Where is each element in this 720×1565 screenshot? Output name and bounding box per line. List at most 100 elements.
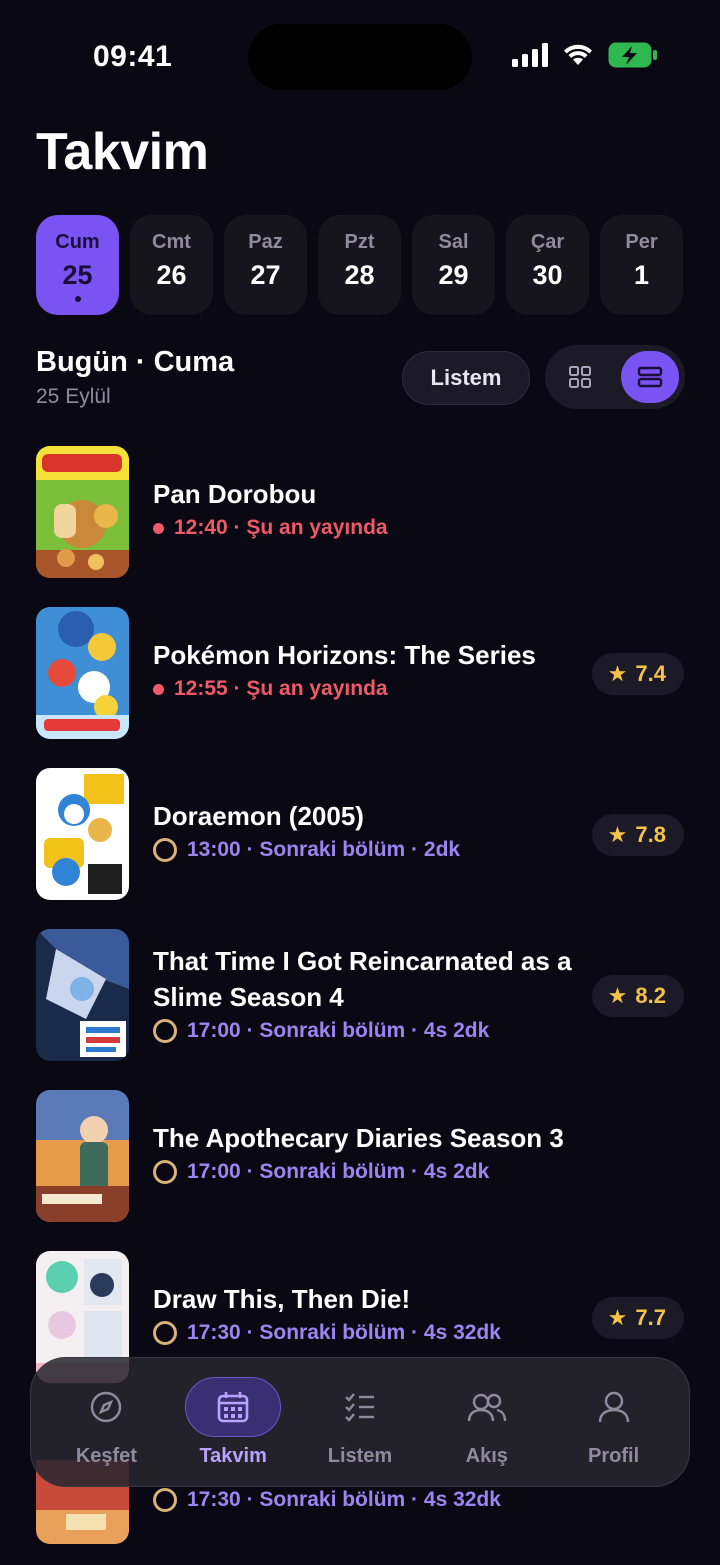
checklist-icon xyxy=(345,1392,374,1422)
poster-image xyxy=(36,446,129,578)
rating-badge: ★ 7.4 xyxy=(591,653,684,695)
tab-label: Listem xyxy=(327,1444,393,1467)
rating-value: 7.8 xyxy=(635,822,666,847)
tab-label: Takvim xyxy=(199,1444,267,1467)
status-bar: 09:41 xyxy=(0,0,720,110)
signal-icon xyxy=(512,43,548,67)
upcoming-ring-icon xyxy=(153,1160,177,1184)
rating-badge: ★ 8.2 xyxy=(591,975,684,1017)
anime-title: That Time I Got Reincarnated as a Slime … xyxy=(153,946,572,1012)
star-icon: ★ xyxy=(607,1305,628,1330)
rating-value: 7.7 xyxy=(635,1305,666,1330)
rating-value: 7.4 xyxy=(635,661,666,686)
live-dot-icon xyxy=(153,522,164,534)
airing-status: 13:00 · Sonraki bölüm · 2dk xyxy=(153,838,573,862)
anime-title: Pokémon Horizons: The Series xyxy=(153,640,536,670)
rating-value: 8.2 xyxy=(635,983,666,1008)
my-list-filter-button[interactable]: Listem xyxy=(402,351,530,405)
day-number: 30 xyxy=(532,260,563,290)
rating-badge: ★ 7.7 xyxy=(591,1297,684,1339)
day-chip[interactable]: Çar 30 xyxy=(506,215,589,315)
day-name: Cum xyxy=(55,231,100,253)
tab-akis[interactable]: Akış xyxy=(432,1377,542,1468)
anime-title: Doraemon (2005) xyxy=(153,801,364,831)
bottom-tab-bar: Keşfet Takvim Listem Akış Profil xyxy=(30,1357,690,1487)
poster-image xyxy=(36,607,129,739)
day-chip-selected[interactable]: Cum 25 xyxy=(36,215,119,315)
tab-label: Keşfet xyxy=(75,1444,137,1467)
list-item[interactable]: The Apothecary Diaries Season 3 17:00 · … xyxy=(0,1090,720,1224)
user-icon xyxy=(598,1391,629,1422)
battery-charging-icon xyxy=(608,42,657,68)
tab-kesfet[interactable]: Keşfet xyxy=(51,1377,161,1468)
airing-status-text: 13:00 · Sonraki bölüm · 2dk xyxy=(187,838,461,861)
poster-image xyxy=(36,768,129,900)
list-item[interactable]: Pan Dorobou 12:40 · Şu an yayında xyxy=(0,446,720,580)
airing-status: 17:30 · Sonraki bölüm · 4s 32dk xyxy=(153,1321,573,1345)
upcoming-ring-icon xyxy=(153,838,177,862)
wifi-icon xyxy=(564,44,592,65)
today-dot xyxy=(74,296,81,302)
dynamic-island xyxy=(248,24,472,90)
users-icon xyxy=(467,1393,506,1421)
day-number: 27 xyxy=(250,260,281,290)
upcoming-ring-icon xyxy=(153,1019,177,1043)
day-selector: Cum 25 Cmt 26 Paz 27 Pzt 28 Sal 29 Çar 3… xyxy=(36,215,683,315)
day-number: 25 xyxy=(62,260,93,290)
tab-takvim[interactable]: Takvim xyxy=(178,1376,288,1468)
poster-image xyxy=(36,1090,129,1222)
airing-status-text: 12:40 · Şu an yayında xyxy=(174,516,388,539)
rows-icon xyxy=(637,366,663,388)
airing-status: 12:55 · Şu an yayında xyxy=(153,677,573,701)
day-number: 29 xyxy=(438,260,469,290)
day-name: Sal xyxy=(438,231,469,253)
live-dot-icon xyxy=(153,683,164,695)
day-chip[interactable]: Sal 29 xyxy=(412,215,495,315)
poster-image xyxy=(36,929,129,1061)
airing-status-text: 12:55 · Şu an yayında xyxy=(174,677,388,700)
tab-label: Profil xyxy=(588,1444,640,1467)
day-name: Cmt xyxy=(152,231,191,253)
day-chip[interactable]: Paz 27 xyxy=(224,215,307,315)
grid-icon xyxy=(569,366,591,388)
page-title: Takvim xyxy=(36,123,209,181)
day-name: Pzt xyxy=(344,231,375,253)
airing-status: 17:00 · Sonraki bölüm · 4s 2dk xyxy=(153,1160,573,1184)
compass-icon xyxy=(91,1391,122,1422)
airing-status-text: 17:30 · Sonraki bölüm · 4s 32dk xyxy=(187,1321,501,1344)
star-icon: ★ xyxy=(607,822,628,847)
star-icon: ★ xyxy=(607,983,628,1008)
airing-status-text: 17:00 · Sonraki bölüm · 4s 2dk xyxy=(187,1160,490,1183)
star-icon: ★ xyxy=(607,661,628,686)
anime-title: Draw This, Then Die! xyxy=(153,1284,411,1314)
day-chip[interactable]: Pzt 28 xyxy=(318,215,401,315)
calendar-icon xyxy=(217,1391,249,1422)
day-name: Çar xyxy=(530,231,565,253)
day-number: 1 xyxy=(633,260,650,290)
airing-status-text: 17:30 · Sonraki bölüm · 4s 32dk xyxy=(187,1488,501,1511)
tab-profil[interactable]: Profil xyxy=(559,1377,669,1468)
day-chip[interactable]: Per 1 xyxy=(600,215,683,315)
airing-status: 17:00 · Sonraki bölüm · 4s 2dk xyxy=(153,1019,573,1043)
grid-view-button[interactable] xyxy=(551,351,609,403)
tab-listem[interactable]: Listem xyxy=(305,1377,415,1468)
upcoming-ring-icon xyxy=(153,1488,177,1512)
airing-status: 17:30 · Sonraki bölüm · 4s 32dk xyxy=(153,1488,501,1512)
status-icons xyxy=(512,42,658,68)
airing-status-text: 17:00 · Sonraki bölüm · 4s 2dk xyxy=(187,1019,490,1042)
tab-label: Akış xyxy=(465,1444,508,1467)
airing-status: 12:40 · Şu an yayında xyxy=(153,516,573,540)
anime-title: The Apothecary Diaries Season 3 xyxy=(153,1123,564,1153)
list-item[interactable]: Pokémon Horizons: The Series 12:55 · Şu … xyxy=(0,607,720,741)
day-name: Paz xyxy=(248,231,283,253)
day-chip[interactable]: Cmt 26 xyxy=(130,215,213,315)
upcoming-ring-icon xyxy=(153,1321,177,1345)
anime-title: Pan Dorobou xyxy=(153,479,317,509)
section-title: Bugün · Cuma xyxy=(36,346,235,378)
list-item[interactable]: That Time I Got Reincarnated as a Slime … xyxy=(0,929,720,1063)
list-item[interactable]: Doraemon (2005) 13:00 · Sonraki bölüm · … xyxy=(0,768,720,902)
list-view-button[interactable] xyxy=(621,351,679,403)
day-name: Per xyxy=(625,231,658,253)
view-mode-toggle xyxy=(545,345,685,409)
day-number: 28 xyxy=(344,260,375,290)
